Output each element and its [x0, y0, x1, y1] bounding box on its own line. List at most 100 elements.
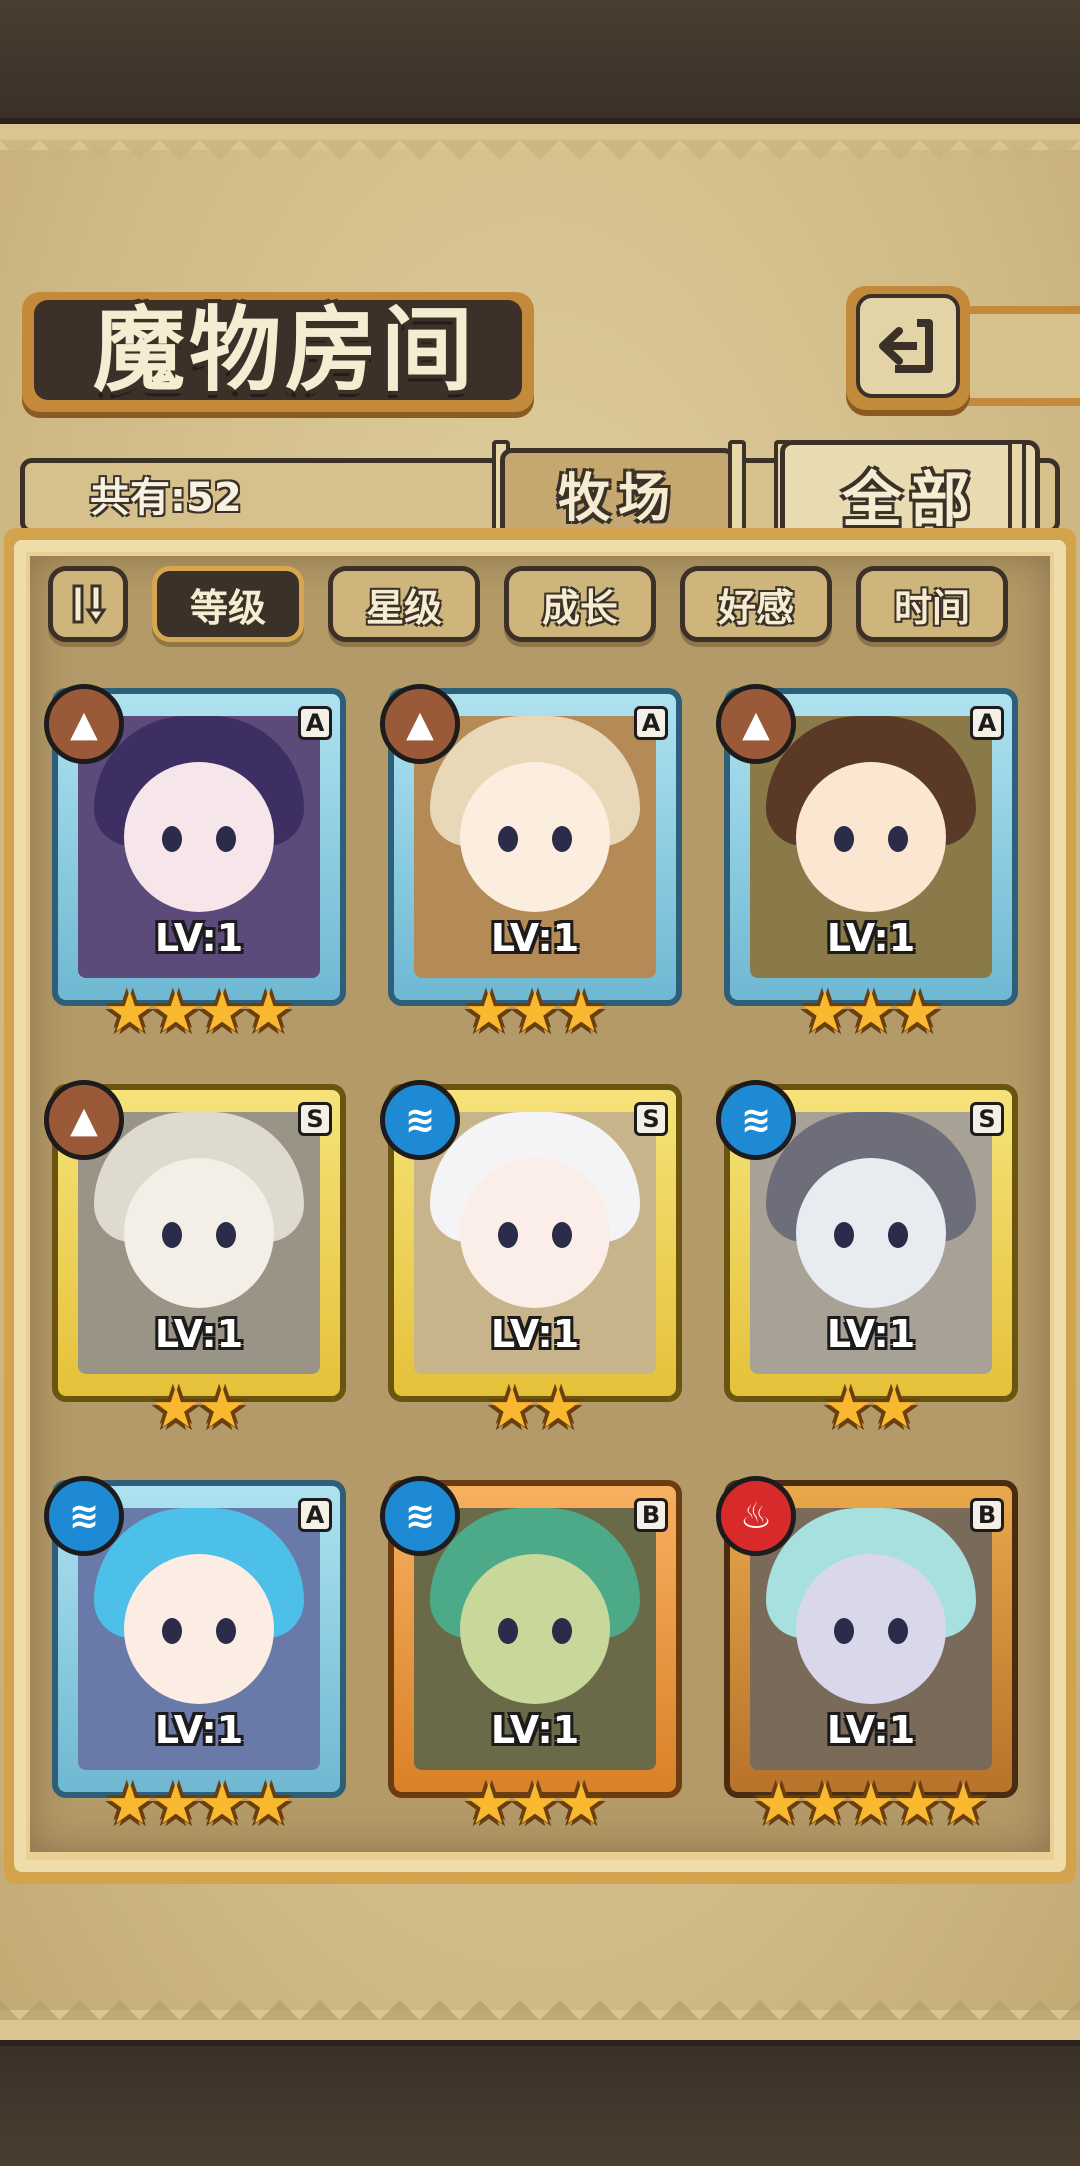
star-icon: ★ [463, 980, 514, 1045]
monster-eye [834, 1221, 854, 1248]
rank-badge: B [970, 1498, 1004, 1532]
torn-edge-bottom [0, 1980, 1080, 2020]
monster-eye [834, 825, 854, 852]
star-icon: ★ [556, 1772, 607, 1837]
monster-level: LV:1 [826, 1708, 916, 1752]
star-icon: ★ [509, 980, 561, 1045]
water-element-icon: ≋ [380, 1476, 460, 1556]
filter-level[interactable]: 等级 [152, 566, 304, 642]
monster-card[interactable]: B ≋ LV:1 ★ ★ ★ [380, 1476, 690, 1840]
torn-edge-top [0, 140, 1080, 180]
top-dark-bar [0, 0, 1080, 124]
monster-level: LV:1 [826, 916, 916, 960]
star-icon: ★ [486, 1376, 537, 1441]
monster-level: LV:1 [154, 1708, 244, 1752]
star-icon: ★ [150, 980, 201, 1045]
rank-badge: S [634, 1102, 668, 1136]
monster-card[interactable]: S ≋ LV:1 ★ ★ [380, 1080, 690, 1444]
bottom-dark-bar [0, 2040, 1080, 2166]
sort-order-button[interactable] [48, 566, 128, 642]
filter-affection[interactable]: 好感 [680, 566, 832, 642]
star-icon: ★ [150, 1772, 201, 1837]
water-element-icon: ≋ [44, 1476, 124, 1556]
tab-post [728, 440, 746, 536]
earth-element-icon: ▲ [44, 1080, 124, 1160]
star-icon: ★ [104, 1772, 155, 1837]
monster-face [460, 1157, 610, 1308]
star-icon: ★ [463, 1772, 514, 1837]
star-icon: ★ [822, 1376, 873, 1441]
star-rating: ★ ★ ★ ★ [44, 978, 354, 1048]
water-element-icon: ≋ [716, 1080, 796, 1160]
monster-card[interactable]: A ≋ LV:1 ★ ★ ★ ★ [44, 1476, 354, 1840]
star-icon: ★ [892, 980, 943, 1045]
star-icon: ★ [938, 1772, 989, 1837]
star-icon: ★ [869, 1376, 920, 1441]
star-icon: ★ [197, 980, 248, 1045]
rank-badge: A [970, 706, 1004, 740]
monster-face [460, 1553, 610, 1704]
star-icon: ★ [799, 980, 850, 1045]
monster-card[interactable]: S ▲ LV:1 ★ ★ [44, 1080, 354, 1444]
monster-face [460, 761, 610, 912]
back-button-face[interactable] [856, 294, 960, 398]
monster-level: LV:1 [490, 916, 580, 960]
star-icon: ★ [197, 1376, 248, 1441]
monster-face [796, 1553, 946, 1704]
star-icon: ★ [150, 1376, 201, 1441]
monster-card[interactable]: B ♨ LV:1 ★ ★ ★ ★ ★ [716, 1476, 1026, 1840]
monster-eye [552, 1221, 572, 1248]
monster-face [796, 761, 946, 912]
monster-eye [162, 1617, 182, 1644]
earth-element-icon: ▲ [380, 684, 460, 764]
rank-badge: A [298, 1498, 332, 1532]
star-icon: ★ [104, 980, 155, 1045]
tab-ranch[interactable]: 牧场 [500, 448, 736, 538]
monster-eye [216, 1221, 236, 1248]
monster-card[interactable]: A ▲ LV:1 ★ ★ ★ [716, 684, 1026, 1048]
rank-badge: S [970, 1102, 1004, 1136]
water-element-icon: ≋ [380, 1080, 460, 1160]
star-icon: ★ [799, 1772, 850, 1837]
monster-level: LV:1 [154, 916, 244, 960]
star-icon: ★ [533, 1376, 584, 1441]
star-icon: ★ [243, 980, 294, 1045]
star-rating: ★ ★ [380, 1374, 690, 1444]
monster-face [124, 1157, 274, 1308]
star-icon: ★ [509, 1772, 561, 1837]
monster-eye [888, 1221, 908, 1248]
star-rating: ★ ★ ★ ★ ★ [716, 1770, 1026, 1840]
filter-growth[interactable]: 成长 [504, 566, 656, 642]
monster-eye [888, 1617, 908, 1644]
monster-level: LV:1 [490, 1708, 580, 1752]
filter-time[interactable]: 时间 [856, 566, 1008, 642]
monster-eye [498, 1221, 518, 1248]
star-rating: ★ ★ [716, 1374, 1026, 1444]
monster-eye [552, 1617, 572, 1644]
return-arrow-icon [879, 319, 933, 373]
star-icon: ★ [753, 1772, 804, 1837]
monster-face [124, 761, 274, 912]
monster-level: LV:1 [490, 1312, 580, 1356]
earth-element-icon: ▲ [44, 684, 124, 764]
monster-card[interactable]: A ▲ LV:1 ★ ★ ★ ★ [44, 684, 354, 1048]
monster-card[interactable]: A ▲ LV:1 ★ ★ ★ [380, 684, 690, 1048]
rank-badge: A [634, 706, 668, 740]
fire-element-icon: ♨ [716, 1476, 796, 1556]
star-rating: ★ ★ ★ [380, 1770, 690, 1840]
monster-eye [552, 825, 572, 852]
star-rating: ★ ★ ★ [716, 978, 1026, 1048]
monster-eye [216, 825, 236, 852]
sort-order-icon [72, 584, 107, 625]
rank-badge: B [634, 1498, 668, 1532]
rank-badge: S [298, 1102, 332, 1136]
filter-stars[interactable]: 星级 [328, 566, 480, 642]
monster-face [124, 1553, 274, 1704]
monster-card[interactable]: S ≋ LV:1 ★ ★ [716, 1080, 1026, 1444]
star-icon: ★ [845, 980, 897, 1045]
star-icon: ★ [892, 1772, 943, 1837]
monster-face [796, 1157, 946, 1308]
star-rating: ★ ★ ★ ★ [44, 1770, 354, 1840]
rank-badge: A [298, 706, 332, 740]
star-rating: ★ ★ ★ [380, 978, 690, 1048]
